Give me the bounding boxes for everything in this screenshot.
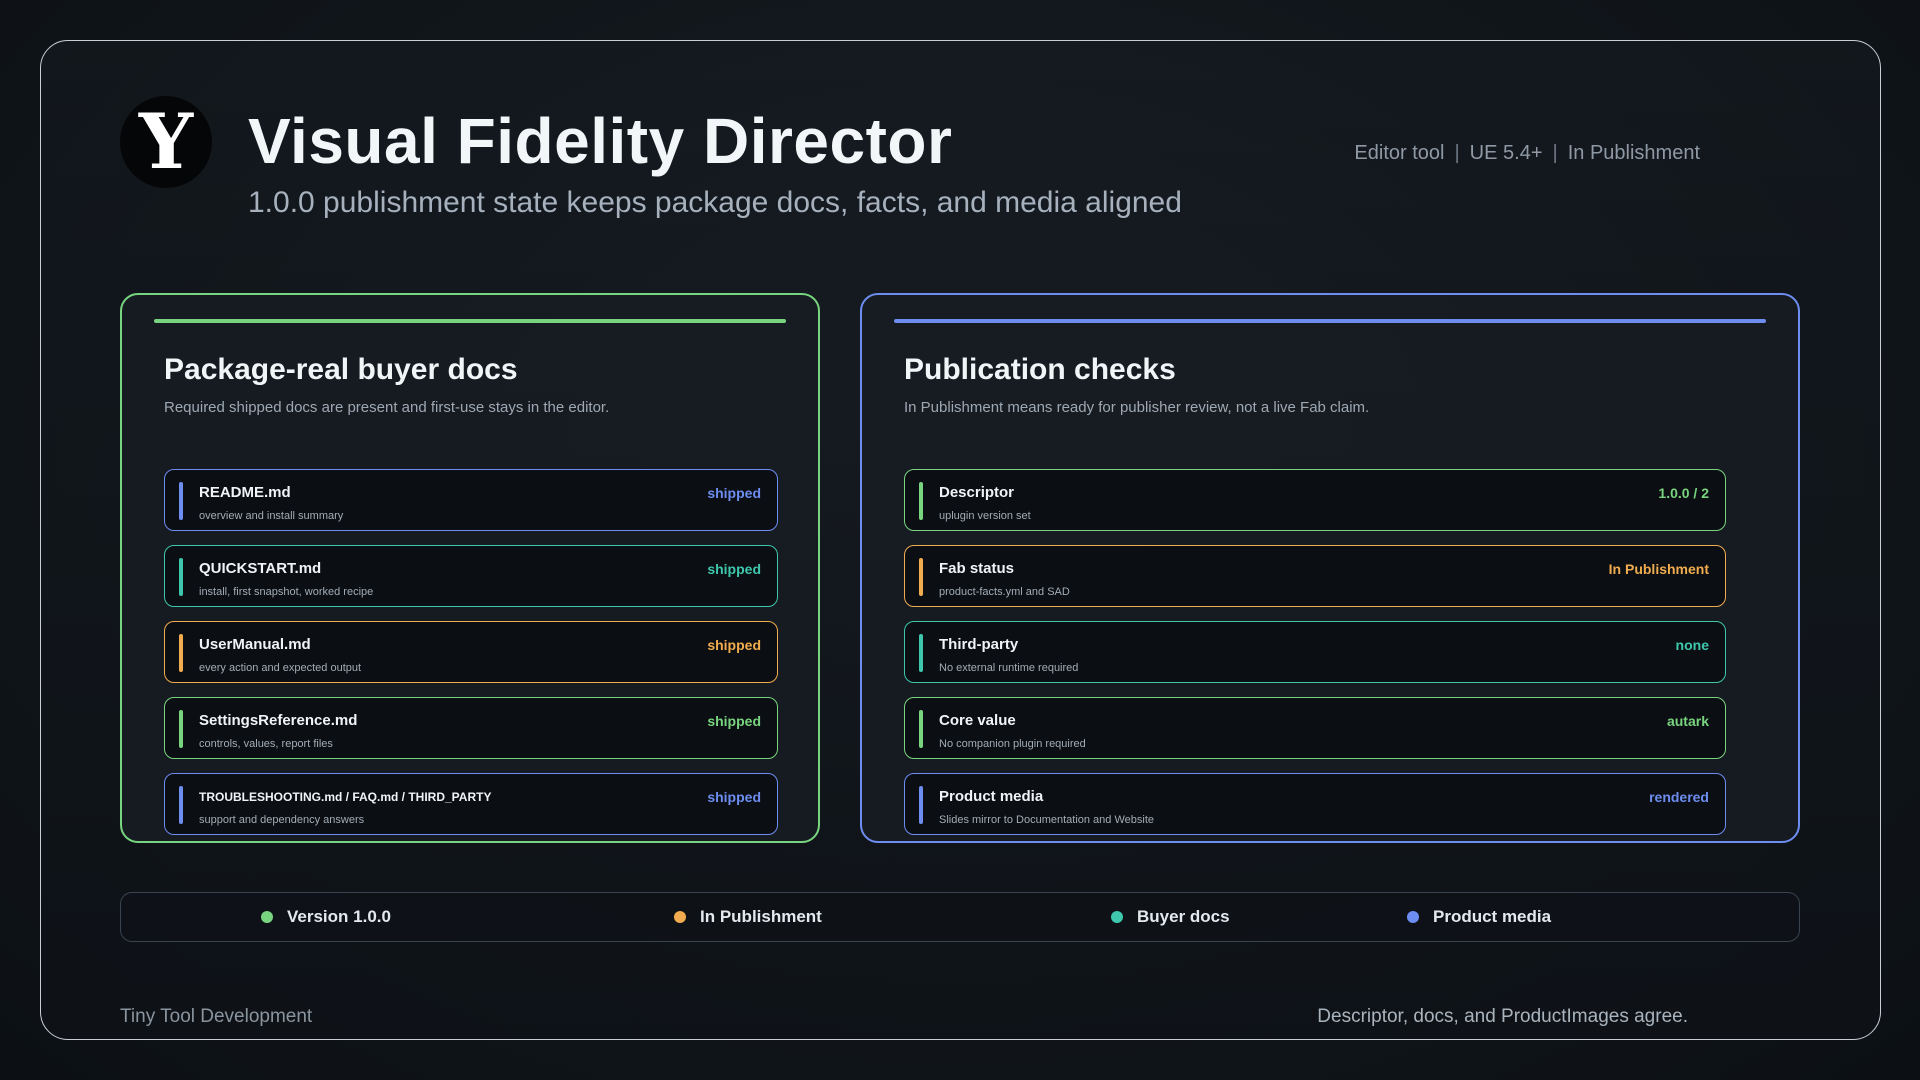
legend-label: In Publishment: [700, 907, 822, 926]
row-name: SettingsReference.md: [199, 712, 358, 729]
docs-panel-title: Package-real buyer docs: [164, 353, 518, 386]
list-item: UserManual.md every action and expected o…: [164, 621, 778, 683]
legend-item: In Publishment: [674, 907, 822, 927]
checks-panel-accent-bar: [894, 319, 1766, 323]
row-description: uplugin version set: [939, 510, 1031, 522]
list-item: QUICKSTART.md install, first snapshot, wo…: [164, 545, 778, 607]
page-title: Visual Fidelity Director: [248, 105, 953, 177]
list-item: Fab status product-facts.yml and SAD In Pu…: [904, 545, 1726, 607]
meta-tool-type: Editor tool: [1354, 142, 1445, 164]
row-description: product-facts.yml and SAD: [939, 586, 1070, 598]
status-badge: shipped: [707, 789, 761, 805]
checks-panel: Publication checks In Publishment means …: [860, 293, 1800, 843]
list-item: Descriptor uplugin version set 1.0.0 / 2: [904, 469, 1726, 531]
row-name: QUICKSTART.md: [199, 560, 322, 577]
row-description: controls, values, report files: [199, 738, 333, 750]
docs-list: README.md overview and install summary shi…: [164, 469, 778, 849]
status-badge: 1.0.0 / 2: [1658, 485, 1709, 501]
legend-dot: [674, 911, 686, 923]
legend-item: Version 1.0.0: [261, 907, 391, 927]
legend-label: Product media: [1433, 907, 1552, 926]
row-name: Fab status: [939, 560, 1015, 577]
row-accent-bar: [179, 482, 183, 520]
row-accent-bar: [919, 482, 923, 520]
row-name: Third-party: [939, 636, 1019, 653]
list-item: README.md overview and install summary shi…: [164, 469, 778, 531]
row-accent-bar: [919, 558, 923, 596]
status-badge: shipped: [707, 637, 761, 653]
footer-note: Descriptor, docs, and ProductImages agre…: [1317, 1006, 1688, 1027]
status-badge: autark: [1666, 713, 1709, 729]
status-badge: shipped: [707, 485, 761, 501]
meta-separator: |: [1454, 142, 1460, 164]
row-name: Core value: [939, 712, 1016, 729]
row-accent-bar: [919, 710, 923, 748]
row-description: install, first snapshot, worked recipe: [199, 586, 374, 598]
meta-status: In Publishment: [1567, 142, 1700, 164]
docs-panel-accent-bar: [154, 319, 786, 323]
row-accent-bar: [179, 710, 183, 748]
brand-logo: Y: [120, 96, 212, 188]
checks-panel-description: In Publishment means ready for publisher…: [904, 399, 1370, 416]
legend-bar: Version 1.0.0 In Publishment Buyer docs Pro…: [120, 892, 1800, 942]
status-badge: shipped: [707, 713, 761, 729]
checks-list: Descriptor uplugin version set 1.0.0 / 2 Fa…: [904, 469, 1726, 849]
meta-separator: |: [1552, 142, 1558, 164]
status-badge: In Publishment: [1608, 561, 1709, 577]
row-description: overview and install summary: [199, 510, 344, 522]
list-item: TROUBLESHOOTING.md / FAQ.md / THIRD_PART…: [164, 773, 778, 835]
docs-panel-description: Required shipped docs are present and fi…: [164, 399, 610, 416]
status-badge: shipped: [707, 561, 761, 577]
legend-dot: [1407, 911, 1419, 923]
status-badge: none: [1675, 637, 1709, 653]
footer-studio: Tiny Tool Development: [120, 1006, 313, 1027]
row-accent-bar: [919, 634, 923, 672]
legend-dot: [1111, 911, 1123, 923]
docs-panel: Package-real buyer docs Required shipped…: [120, 293, 820, 843]
legend-label: Buyer docs: [1137, 907, 1230, 926]
meta-engine-version: UE 5.4+: [1469, 142, 1543, 164]
row-description: No companion plugin required: [939, 738, 1086, 750]
header-meta: Editor tool | UE 5.4+ | In Publishment: [1354, 142, 1700, 165]
legend-item: Product media: [1407, 907, 1551, 927]
row-description: support and dependency answers: [199, 814, 365, 826]
page-subtitle: 1.0.0 publishment state keeps package do…: [248, 186, 1182, 219]
row-accent-bar: [179, 786, 183, 824]
row-name: UserManual.md: [199, 636, 311, 653]
row-accent-bar: [179, 558, 183, 596]
row-description: No external runtime required: [939, 662, 1079, 674]
row-name: README.md: [199, 484, 291, 501]
row-accent-bar: [179, 634, 183, 672]
list-item: Product media Slides mirror to Documentat…: [904, 773, 1726, 835]
row-description: Slides mirror to Documentation and Websi…: [939, 814, 1155, 826]
list-item: SettingsReference.md controls, values, re…: [164, 697, 778, 759]
checks-panel-title: Publication checks: [904, 353, 1176, 386]
legend-dot: [261, 911, 273, 923]
legend-item: Buyer docs: [1111, 907, 1230, 927]
row-description: every action and expected output: [199, 662, 362, 674]
row-accent-bar: [919, 786, 923, 824]
status-badge: rendered: [1649, 789, 1709, 805]
row-name: TROUBLESHOOTING.md / FAQ.md / THIRD_PART…: [199, 790, 492, 804]
list-item: Core value No companion plugin required au…: [904, 697, 1726, 759]
list-item: Third-party No external runtime required n…: [904, 621, 1726, 683]
row-name: Product media: [939, 788, 1044, 805]
logo-letter: Y: [138, 97, 194, 186]
legend-label: Version 1.0.0: [287, 907, 391, 926]
row-name: Descriptor: [939, 484, 1015, 501]
